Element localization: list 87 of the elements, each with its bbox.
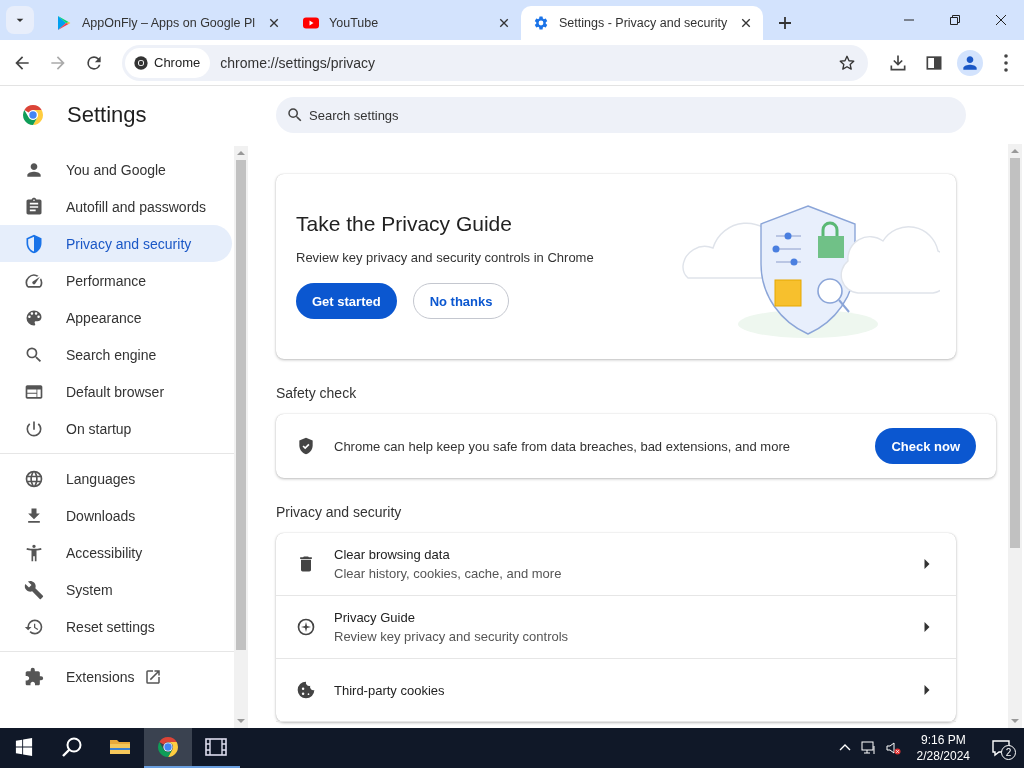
clock[interactable]: 9:16 PM 2/28/2024 (908, 732, 978, 764)
menu-icon (1004, 53, 1008, 72)
shield-icon (24, 233, 44, 254)
sidebar-item-label: Languages (66, 470, 136, 487)
safety-check-text: Chrome can help keep you safe from data breaches, bad extensions, and more (334, 438, 790, 454)
close-icon (994, 13, 1008, 27)
film-icon (204, 735, 228, 759)
date-text: 2/28/2024 (916, 748, 970, 764)
arrow-right-icon (924, 685, 930, 695)
sidebar-item-label: Extensions (66, 668, 135, 685)
browser-tab[interactable]: YouTube (291, 6, 522, 40)
search-icon (60, 735, 84, 759)
browser-tab[interactable]: Settings - Privacy and security (521, 6, 764, 40)
sidebar-item[interactable]: Performance (0, 262, 232, 299)
sidebar-item[interactable]: Autofill and passwords (0, 188, 232, 225)
card-title: Take the Privacy Guide (296, 212, 513, 236)
puzzle-icon (24, 666, 44, 687)
search-field[interactable]: Search settings (276, 97, 966, 133)
sidebar-item-label: Reset settings (66, 618, 155, 635)
arrow-right-icon (924, 559, 930, 569)
sidebar-item[interactable]: Extensions (0, 658, 232, 695)
wrench-icon (24, 579, 44, 600)
play-store-icon (56, 15, 72, 31)
search-icon (286, 106, 304, 124)
row-title: Third-party cookies (334, 682, 446, 698)
windows-logo-icon (15, 738, 33, 756)
get-started-button[interactable]: Get started (296, 283, 397, 319)
bookmark-star-icon[interactable] (838, 53, 856, 72)
sidebar-item[interactable]: Privacy and security (0, 225, 232, 262)
muted-speaker-icon[interactable] (884, 740, 901, 756)
address-bar[interactable]: Chrome chrome://settings/privacy (122, 44, 868, 81)
sidebar-item[interactable]: Default browser (0, 373, 232, 410)
sidebar-item-label: Search engine (66, 346, 157, 363)
row-subtitle: Clear history, cookies, cache, and more (334, 566, 563, 581)
settings-row[interactable]: Third-party cookies (276, 659, 956, 722)
sidebar-item[interactable]: Appearance (0, 299, 232, 336)
sidebar-item[interactable]: On startup (0, 410, 232, 447)
sidebar-item-label: On startup (66, 420, 132, 437)
clipboard-icon (24, 196, 44, 217)
restore-icon (948, 13, 962, 27)
sidebar-item-label: Appearance (66, 309, 142, 326)
sidebar-item[interactable]: Accessibility (0, 534, 232, 571)
sidebar-item[interactable]: Search engine (0, 336, 232, 373)
chrome-logo-icon (21, 103, 45, 127)
network-icon[interactable] (860, 740, 877, 756)
browser-tab[interactable]: AppOnFly – Apps on Google Pl (44, 6, 292, 40)
youtube-icon (303, 15, 320, 31)
row-subtitle: Review key privacy and security controls (334, 629, 570, 644)
taskbar-app[interactable] (144, 728, 192, 768)
scrollbar[interactable] (1008, 144, 1022, 728)
sidebar-item[interactable]: You and Google (0, 151, 232, 188)
section-heading: Safety check (276, 385, 358, 401)
row-title: Clear browsing data (334, 547, 451, 562)
sidebar-item-label: Privacy and security (66, 235, 192, 252)
dismiss-button[interactable]: No thanks (412, 283, 510, 319)
settings-title: Settings (67, 102, 147, 128)
check-now-button[interactable]: Check now (875, 428, 976, 464)
card-description: Review key privacy and security controls in Chrome (296, 250, 595, 265)
compass-icon (296, 617, 316, 637)
cookie-icon (296, 680, 316, 700)
globe-icon (24, 468, 44, 489)
section-heading: Privacy and security (276, 504, 403, 520)
chrome-icon (133, 54, 149, 71)
time-text: 9:16 PM (920, 732, 966, 748)
sidebar-item-label: Downloads (66, 507, 136, 524)
sidebar-item[interactable]: Languages (0, 460, 232, 497)
notifications-button[interactable]: 2 (986, 733, 1016, 763)
scrollbar[interactable] (234, 146, 248, 728)
sidebar-item-label: Performance (66, 272, 147, 289)
settings-icon (533, 15, 550, 31)
sidebar-item-label: You and Google (66, 161, 166, 178)
row-title: Privacy Guide (334, 610, 416, 625)
site-chip[interactable]: Chrome (125, 47, 211, 78)
arrow-right-icon (924, 622, 930, 632)
url-text: chrome://settings/privacy (220, 54, 376, 71)
sidebar-item[interactable]: System (0, 571, 232, 608)
settings-row[interactable]: Privacy Guide Review key privacy and security controls (276, 596, 956, 659)
sidebar-item-label: Accessibility (66, 544, 143, 561)
sidebar-item[interactable]: Downloads (0, 497, 232, 534)
settings-row[interactable]: Clear browsing data Clear history, cookies, cache, and more (276, 533, 956, 596)
chrome-logo-icon (156, 735, 180, 759)
sidebar-item-label: System (66, 581, 113, 598)
shield-check-icon (296, 436, 316, 456)
sidebar-item[interactable]: Reset settings (0, 608, 232, 645)
sidebar-item-label: Autofill and passwords (66, 198, 207, 215)
sidebar-item-label: Default browser (66, 383, 165, 400)
accessibility-icon (24, 542, 44, 563)
